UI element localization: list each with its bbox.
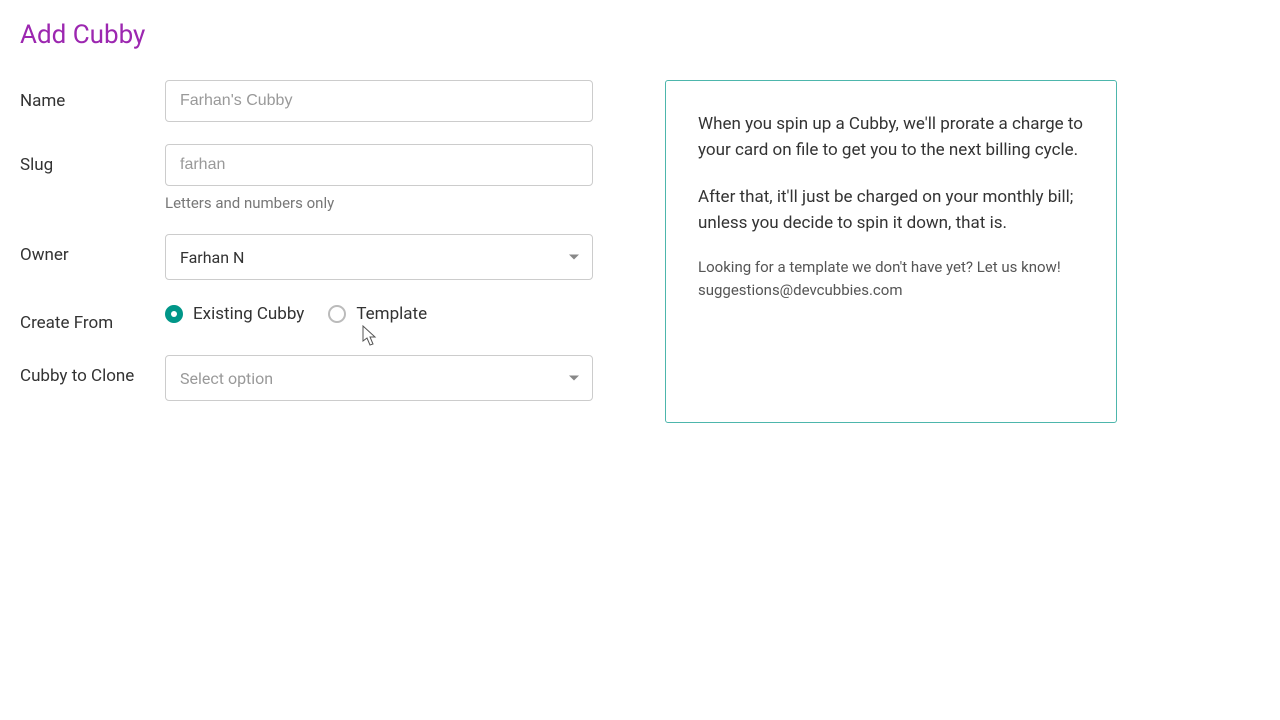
create-from-label: Create From <box>20 302 165 333</box>
radio-unselected-icon <box>328 305 346 323</box>
page-title: Add Cubby <box>20 20 1260 50</box>
info-prorate-text: When you spin up a Cubby, we'll prorate … <box>698 111 1084 164</box>
owner-label: Owner <box>20 234 165 265</box>
radio-existing-cubby[interactable]: Existing Cubby <box>165 304 304 324</box>
radio-template-label: Template <box>356 304 427 324</box>
radio-selected-icon <box>165 305 183 323</box>
add-cubby-form: Name Slug Letters and numbers only Owner… <box>20 80 615 423</box>
info-template-suggestion: Looking for a template we don't have yet… <box>698 256 1084 301</box>
info-panel: When you spin up a Cubby, we'll prorate … <box>665 80 1117 423</box>
name-input[interactable] <box>165 80 593 122</box>
cubby-to-clone-placeholder: Select option <box>180 369 273 388</box>
slug-help-text: Letters and numbers only <box>165 194 615 212</box>
cubby-to-clone-select[interactable]: Select option <box>165 355 593 401</box>
name-label: Name <box>20 80 165 111</box>
radio-existing-label: Existing Cubby <box>193 304 304 324</box>
info-monthly-text: After that, it'll just be charged on you… <box>698 184 1084 237</box>
slug-label: Slug <box>20 144 165 175</box>
owner-select[interactable]: Farhan N <box>165 234 593 280</box>
slug-input[interactable] <box>165 144 593 186</box>
cubby-to-clone-label: Cubby to Clone <box>20 355 165 386</box>
radio-template[interactable]: Template <box>328 304 427 324</box>
owner-selected-value: Farhan N <box>180 248 244 267</box>
